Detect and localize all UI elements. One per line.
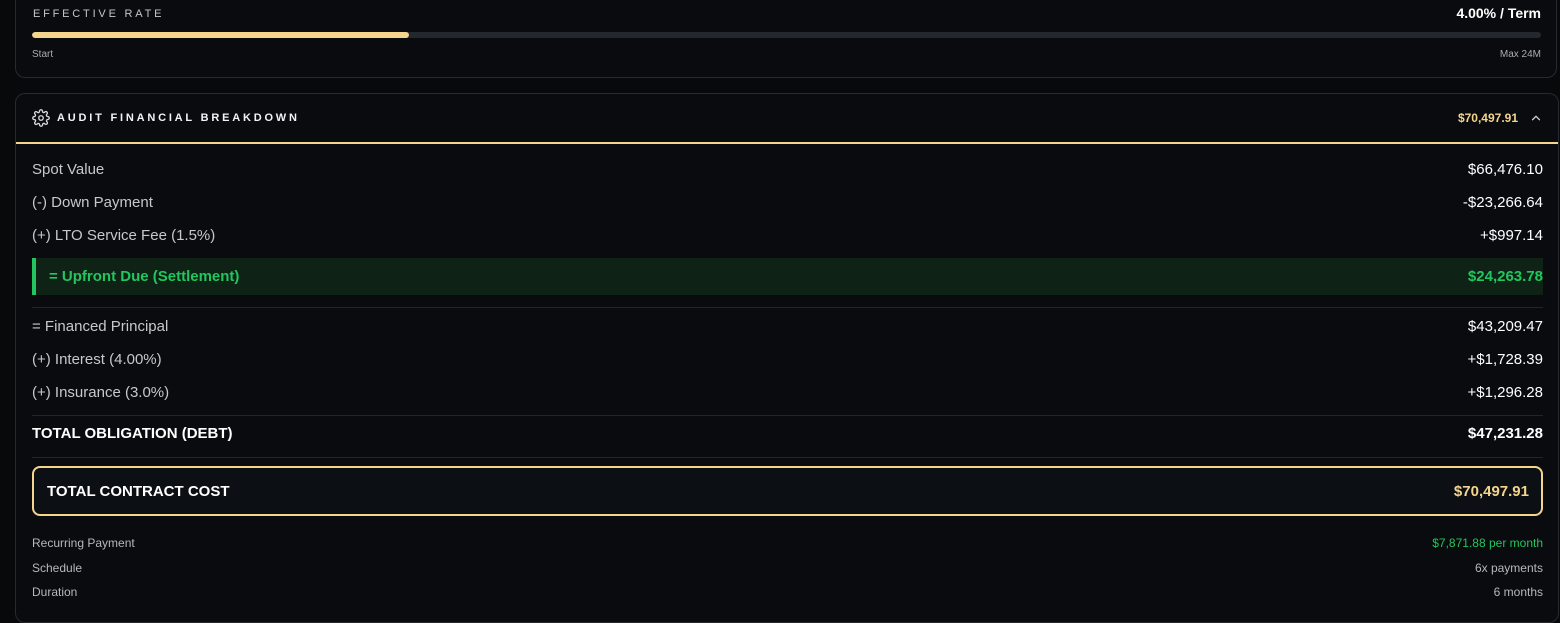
duration-value: 6 months [1493,585,1543,599]
interest-label: (+) Interest (4.00%) [32,351,162,368]
insurance-label: (+) Insurance (3.0%) [32,384,170,401]
service-fee-amount: +$997.14 [1480,227,1543,244]
schedule-row: Schedule 6x payments [32,559,1543,579]
insurance-amount: +$1,296.28 [1467,384,1544,401]
recurring-payment-value: $7,871.88 per month [1432,536,1543,550]
total-obligation-amount: $47,231.28 [1467,425,1543,442]
rate-progress-fill [32,32,410,38]
rate-max-label: Max 24M [1499,49,1541,60]
down-payment-row: (-) Down Payment -$23,266.64 [32,187,1543,220]
financed-principal-label: = Financed Principal [32,318,169,335]
upfront-due-label: = Upfront Due (Settlement) [49,268,240,285]
rate-progress-track [32,32,1541,38]
divider [32,307,1543,308]
recurring-payment-label: Recurring Payment [32,536,135,550]
total-contract-cost-box: TOTAL CONTRACT COST $70,497.91 [32,466,1543,516]
service-fee-row: (+) LTO Service Fee (1.5%) +$997.14 [32,220,1543,253]
financed-principal-row: = Financed Principal $43,209.47 [32,311,1543,344]
interest-row: (+) Interest (4.00%) +$1,728.39 [32,344,1543,377]
total-obligation-label: TOTAL OBLIGATION (DEBT) [32,425,233,442]
total-contract-cost-amount: $70,497.91 [1453,483,1529,500]
duration-row: Duration 6 months [32,583,1543,603]
service-fee-label: (+) LTO Service Fee (1.5%) [32,227,216,244]
insurance-row: (+) Insurance (3.0%) +$1,296.28 [32,377,1543,410]
audit-breakdown-total: $70,497.91 [1457,111,1518,125]
audit-breakdown-header[interactable]: AUDIT FINANCIAL BREAKDOWN $70,497.91 [16,94,1558,144]
rate-start-label: Start [32,49,54,60]
gear-icon [32,109,50,127]
divider [32,415,1543,416]
upfront-due-row: = Upfront Due (Settlement) $24,263.78 [32,258,1543,295]
down-payment-amount: -$23,266.64 [1462,194,1543,211]
audit-breakdown-title: AUDIT FINANCIAL BREAKDOWN [57,112,300,124]
schedule-value: 6x payments [1474,561,1543,575]
effective-rate-card: EFFECTIVE RATE 4.00% / Term Start Max 24… [15,0,1557,78]
upfront-due-amount: $24,263.78 [1467,268,1543,285]
chevron-up-icon[interactable] [1529,111,1543,125]
divider [32,457,1543,458]
spot-value-amount: $66,476.10 [1467,161,1543,178]
audit-breakdown-card: AUDIT FINANCIAL BREAKDOWN $70,497.91 Spo… [15,93,1559,623]
total-obligation-row: TOTAL OBLIGATION (DEBT) $47,231.28 [32,418,1543,451]
effective-rate-label: EFFECTIVE RATE [33,8,165,20]
effective-rate-value: 4.00% / Term [1456,5,1541,21]
recurring-payment-row: Recurring Payment $7,871.88 per month [32,534,1543,554]
duration-label: Duration [32,585,78,599]
interest-amount: +$1,728.39 [1467,351,1544,368]
down-payment-label: (-) Down Payment [32,194,153,211]
financed-principal-amount: $43,209.47 [1467,318,1543,335]
spot-value-label: Spot Value [32,161,105,178]
spot-value-row: Spot Value $66,476.10 [32,154,1543,187]
total-contract-cost-label: TOTAL CONTRACT COST [47,483,230,500]
schedule-label: Schedule [32,561,83,575]
